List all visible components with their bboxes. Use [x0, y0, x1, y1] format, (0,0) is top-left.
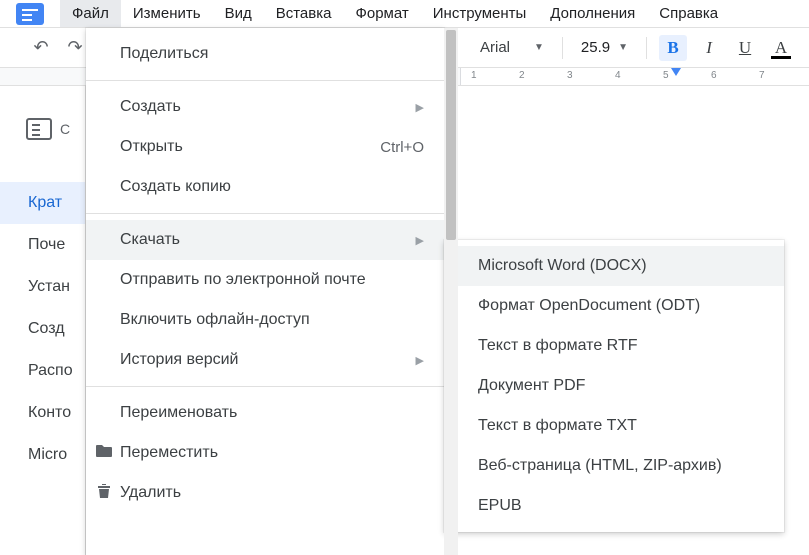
ruler-tick: 6 [711, 70, 717, 81]
font-family-value: Arial [480, 39, 510, 56]
menu-scrollbar[interactable] [444, 28, 458, 555]
outline-sidebar: С КратПочеУстанСоздРаспоКонтоMicro [0, 86, 86, 555]
menu-share[interactable]: Поделиться [86, 34, 444, 74]
ruler-tick: 4 [615, 70, 621, 81]
chevron-right-icon: ▶ [416, 101, 424, 114]
outline-list: КратПочеУстанСоздРаспоКонтоMicro [0, 182, 85, 476]
font-size-select[interactable]: 25.9 ▼ [575, 35, 634, 61]
scrollbar-thumb[interactable] [446, 30, 456, 240]
download-option[interactable]: Текст в формате RTF [444, 326, 784, 366]
menu-version-history[interactable]: История версий ▶ [86, 340, 444, 380]
outline-item[interactable]: Устан [0, 266, 85, 308]
trash-icon [94, 483, 114, 504]
indent-marker-icon[interactable] [671, 68, 681, 76]
ruler-tick: 1 [471, 70, 477, 81]
download-submenu: Microsoft Word (DOCX)Формат OpenDocument… [444, 240, 784, 532]
menu-справка[interactable]: Справка [647, 0, 730, 27]
menu-open[interactable]: Открыть Ctrl+O [86, 127, 444, 167]
menu-вид[interactable]: Вид [213, 0, 264, 27]
chevron-right-icon: ▶ [416, 354, 424, 367]
download-option[interactable]: Microsoft Word (DOCX) [444, 246, 784, 286]
chevron-down-icon: ▼ [618, 42, 628, 53]
ruler-tick: 3 [567, 70, 573, 81]
download-option[interactable]: Текст в формате TXT [444, 406, 784, 446]
separator [86, 386, 444, 387]
outline-toggle-icon[interactable] [26, 118, 52, 140]
italic-button[interactable]: I [695, 35, 723, 61]
chevron-right-icon: ▶ [416, 234, 424, 247]
text-color-button[interactable]: A [767, 35, 795, 61]
menu-delete[interactable]: Удалить [86, 473, 444, 513]
folder-icon [94, 443, 114, 463]
undo-icon[interactable]: ↶ [28, 35, 54, 61]
menu-email[interactable]: Отправить по электронной почте [86, 260, 444, 300]
ruler-page-area: 1 2 3 4 5 6 7 [460, 68, 809, 85]
redo-icon[interactable]: ↷ [62, 35, 88, 61]
menu-make-copy[interactable]: Создать копию [86, 167, 444, 207]
menu-файл[interactable]: Файл [60, 0, 121, 27]
menu-move[interactable]: Переместить [86, 433, 444, 473]
ruler-tick: 5 [663, 70, 669, 81]
app-header: ФайлИзменитьВидВставкаФорматИнструментыД… [0, 0, 809, 28]
menu-инструменты[interactable]: Инструменты [421, 0, 539, 27]
outline-item[interactable]: Конто [0, 392, 85, 434]
outline-item[interactable]: Созд [0, 308, 85, 350]
download-option[interactable]: Веб-страница (HTML, ZIP-архив) [444, 446, 784, 486]
download-option[interactable]: Документ PDF [444, 366, 784, 406]
shortcut-hint: Ctrl+O [380, 139, 424, 156]
menu-offline[interactable]: Включить офлайн-доступ [86, 300, 444, 340]
separator [562, 37, 563, 59]
font-family-select[interactable]: Arial ▼ [474, 35, 550, 61]
font-size-value: 25.9 [581, 39, 610, 56]
outline-item[interactable]: Распо [0, 350, 85, 392]
separator [646, 37, 647, 59]
chevron-down-icon: ▼ [534, 42, 544, 53]
file-menu-dropdown: Поделиться Создать ▶ Открыть Ctrl+O Созд… [86, 28, 444, 555]
menu-формат[interactable]: Формат [343, 0, 420, 27]
outline-item[interactable]: Крат [0, 182, 85, 224]
download-option[interactable]: Формат OpenDocument (ODT) [444, 286, 784, 326]
underline-button[interactable]: U [731, 35, 759, 61]
bold-button[interactable]: B [659, 35, 687, 61]
outline-item[interactable]: Поче [0, 224, 85, 266]
menu-download[interactable]: Скачать ▶ [86, 220, 444, 260]
ruler-tick: 2 [519, 70, 525, 81]
menu-rename[interactable]: Переименовать [86, 393, 444, 433]
docs-icon [16, 3, 44, 25]
separator [86, 213, 444, 214]
menubar: ФайлИзменитьВидВставкаФорматИнструментыД… [60, 0, 730, 27]
menu-дополнения[interactable]: Дополнения [538, 0, 647, 27]
outline-item[interactable]: Micro [0, 434, 85, 476]
app-logo[interactable] [0, 0, 60, 27]
menu-create[interactable]: Создать ▶ [86, 87, 444, 127]
menu-вставка[interactable]: Вставка [264, 0, 344, 27]
separator [86, 80, 444, 81]
ruler-tick: 7 [759, 70, 765, 81]
download-option[interactable]: EPUB [444, 486, 784, 526]
menu-изменить[interactable]: Изменить [121, 0, 213, 27]
outline-toggle-label: С [60, 121, 70, 137]
